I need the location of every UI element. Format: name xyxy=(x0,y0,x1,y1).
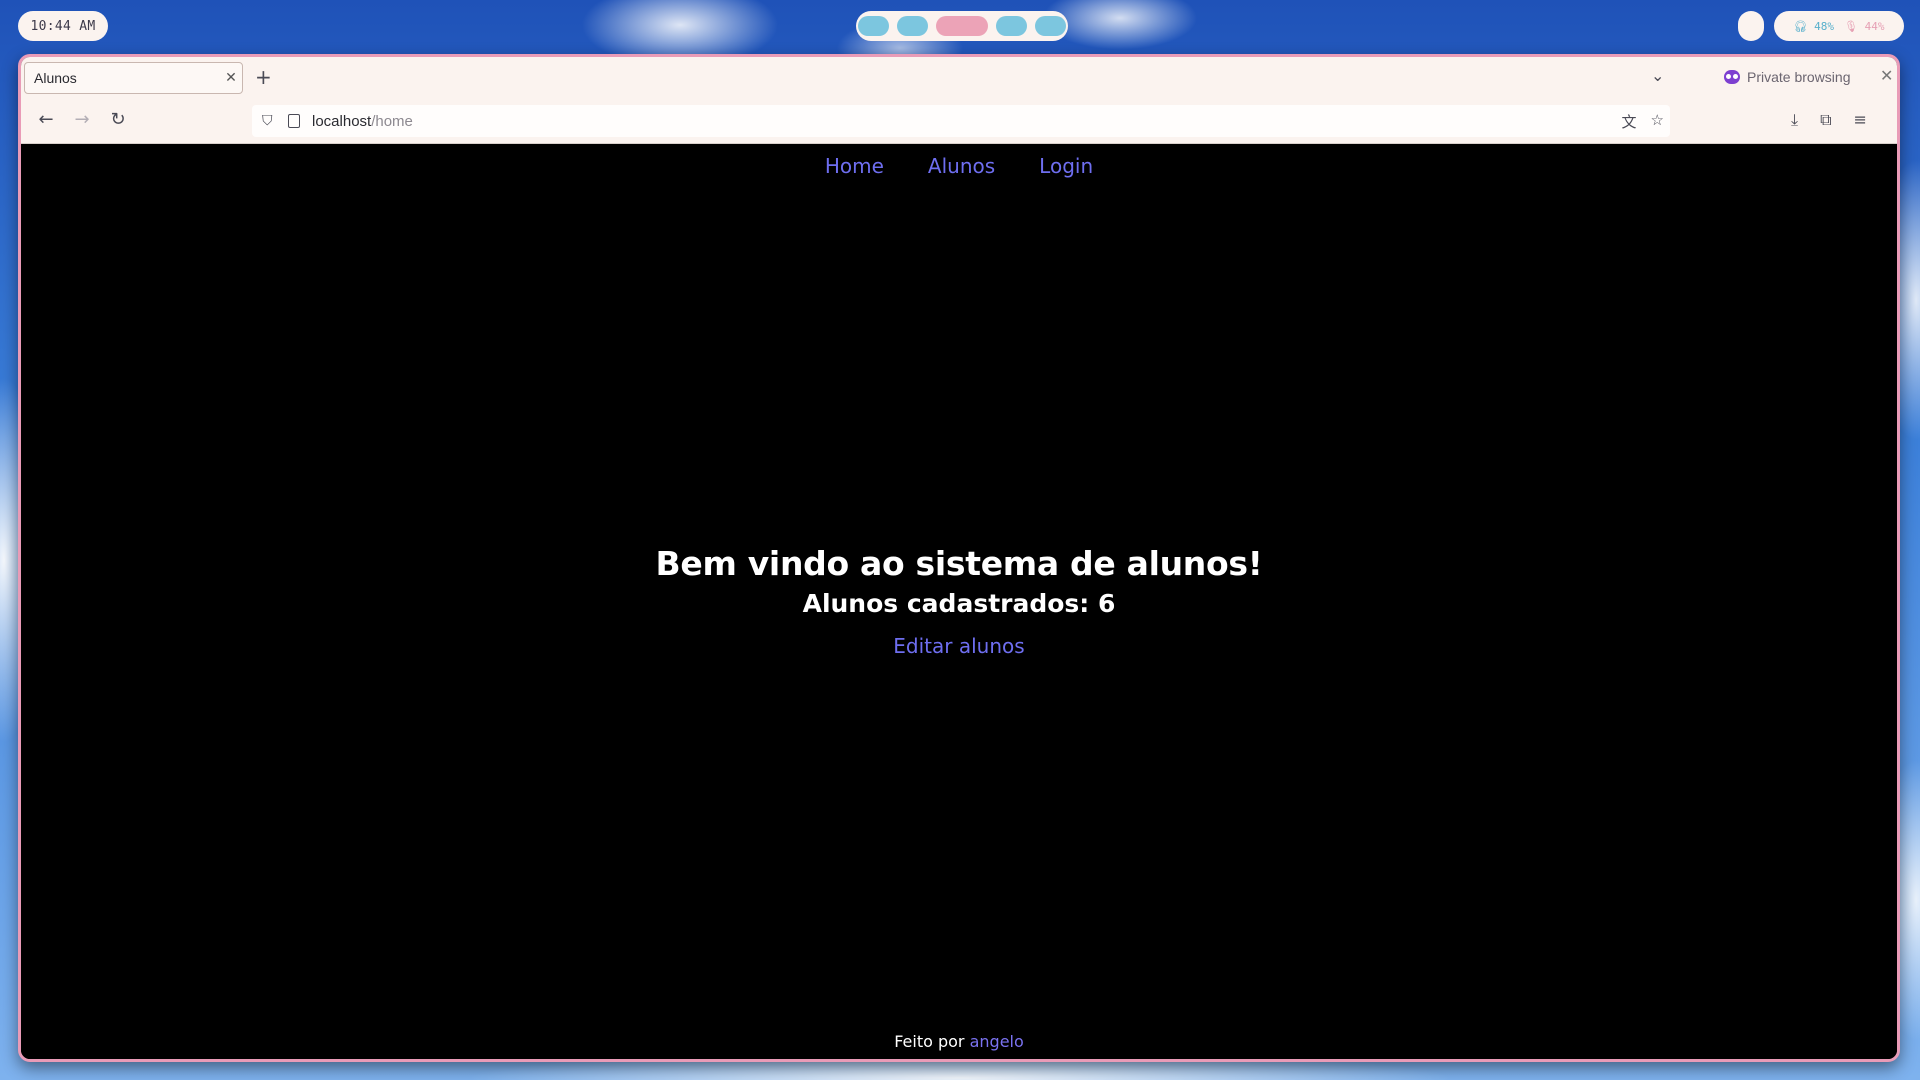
toolbar-actions: ⤓ ⧉ ≡ xyxy=(1791,110,1867,130)
private-browsing-indicator: Private browsing xyxy=(1724,69,1851,85)
workspace-1[interactable] xyxy=(858,16,889,36)
private-browsing-label: Private browsing xyxy=(1747,69,1851,85)
page-content: Home Alunos Login Bem vindo ao sistema d… xyxy=(21,144,1897,1059)
workspace-switcher xyxy=(856,11,1068,41)
navigation-toolbar: ← → ↻ ⛉ localhost/home 文 ☆ ⤓ ⧉ ≡ xyxy=(21,101,1897,144)
footer-author-link[interactable]: angelo xyxy=(970,1032,1024,1051)
url-text[interactable]: localhost/home xyxy=(312,113,413,130)
headphones-level: 48% xyxy=(1814,19,1834,33)
workspace-5[interactable] xyxy=(1035,16,1066,36)
menu-icon[interactable]: ≡ xyxy=(1854,110,1867,130)
microphone-icon: 🎙︎ xyxy=(1844,19,1858,33)
tab-bar: Alunos ✕ + ⌄ Private browsing ✕ xyxy=(21,57,1897,102)
site-navigation: Home Alunos Login xyxy=(21,154,1897,178)
url-host: localhost xyxy=(312,112,372,130)
nav-link-alunos[interactable]: Alunos xyxy=(928,154,995,178)
url-actions: 文 ☆ xyxy=(1622,111,1664,132)
workspace-3-active[interactable] xyxy=(936,16,988,36)
nav-link-login[interactable]: Login xyxy=(1039,154,1093,178)
welcome-heading: Bem vindo ao sistema de alunos! xyxy=(655,544,1263,583)
close-window-icon[interactable]: ✕ xyxy=(1880,66,1893,85)
reload-icon[interactable]: ↻ xyxy=(105,109,131,130)
page-footer: Feito por angelo xyxy=(21,1032,1897,1051)
tab-title: Alunos xyxy=(34,70,77,86)
new-tab-icon[interactable]: + xyxy=(255,65,272,89)
shield-icon[interactable]: ⛉ xyxy=(262,113,276,129)
edit-students-link[interactable]: Editar alunos xyxy=(893,634,1024,658)
download-icon[interactable]: ⤓ xyxy=(1791,110,1798,130)
audio-status[interactable]: 🎧︎ 48% 🎙︎ 44% xyxy=(1774,11,1904,41)
tray-indicator[interactable] xyxy=(1738,11,1764,41)
system-clock: 10:44 AM xyxy=(18,11,108,41)
chevron-down-icon[interactable]: ⌄ xyxy=(1651,66,1664,85)
footer-prefix: Feito por xyxy=(894,1032,965,1051)
mic-status: 🎙︎ 44% xyxy=(1844,20,1884,33)
workspace-4[interactable] xyxy=(996,16,1027,36)
back-arrow-icon[interactable]: ← xyxy=(33,109,59,130)
address-bar[interactable]: ⛉ localhost/home 文 ☆ xyxy=(252,105,1670,137)
headphones-status: 🎧︎ 48% xyxy=(1794,20,1834,33)
forward-arrow-icon[interactable]: → xyxy=(69,109,95,130)
mic-level: 44% xyxy=(1864,19,1885,33)
private-mask-icon xyxy=(1724,70,1740,84)
bookmark-star-icon[interactable]: ☆ xyxy=(1651,111,1664,132)
nav-link-home[interactable]: Home xyxy=(825,154,884,178)
headphones-icon: 🎧︎ xyxy=(1793,19,1808,33)
welcome-section: Bem vindo ao sistema de alunos! Alunos c… xyxy=(21,544,1897,658)
url-path: /home xyxy=(371,112,413,130)
translate-icon[interactable]: 文 xyxy=(1622,111,1637,132)
page-icon xyxy=(288,114,300,128)
workspace-2[interactable] xyxy=(897,16,928,36)
close-tab-icon[interactable]: ✕ xyxy=(220,70,242,86)
browser-window: Alunos ✕ + ⌄ Private browsing ✕ ← → ↻ ⛉ … xyxy=(18,54,1900,1062)
tab-alunos[interactable]: Alunos ✕ xyxy=(24,62,243,94)
extensions-icon[interactable]: ⧉ xyxy=(1820,110,1831,130)
student-count: Alunos cadastrados: 6 xyxy=(802,589,1116,618)
